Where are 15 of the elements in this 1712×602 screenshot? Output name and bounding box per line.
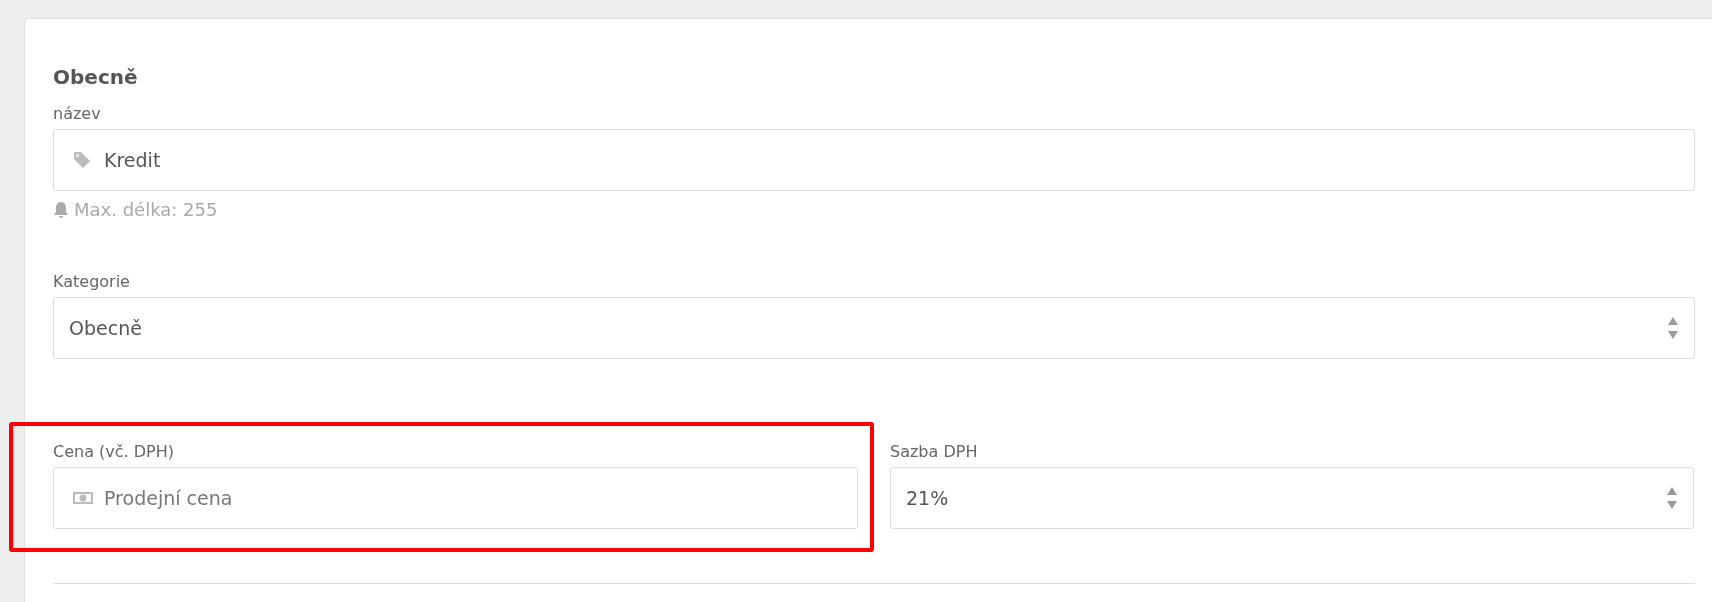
category-select[interactable]: Obecně [53, 297, 1695, 359]
section-title: Obecně [53, 65, 139, 91]
bell-icon [53, 200, 69, 219]
sort-arrows-icon [1666, 486, 1678, 510]
tag-icon [73, 151, 91, 169]
price-input-field[interactable]: Prodejní cena [53, 467, 858, 529]
vat-select[interactable]: 21% [890, 467, 1694, 529]
field-label: název [53, 104, 102, 124]
field-label: Kategorie [53, 272, 131, 292]
banknote-icon [73, 491, 93, 505]
hint-text: Max. délka: 255 [74, 199, 218, 220]
field-label: Cena (vč. DPH) [53, 442, 175, 462]
field-label: Sazba DPH [890, 442, 979, 462]
sort-arrows-icon [1667, 316, 1679, 340]
name-input-field[interactable]: Kredit [53, 129, 1695, 191]
